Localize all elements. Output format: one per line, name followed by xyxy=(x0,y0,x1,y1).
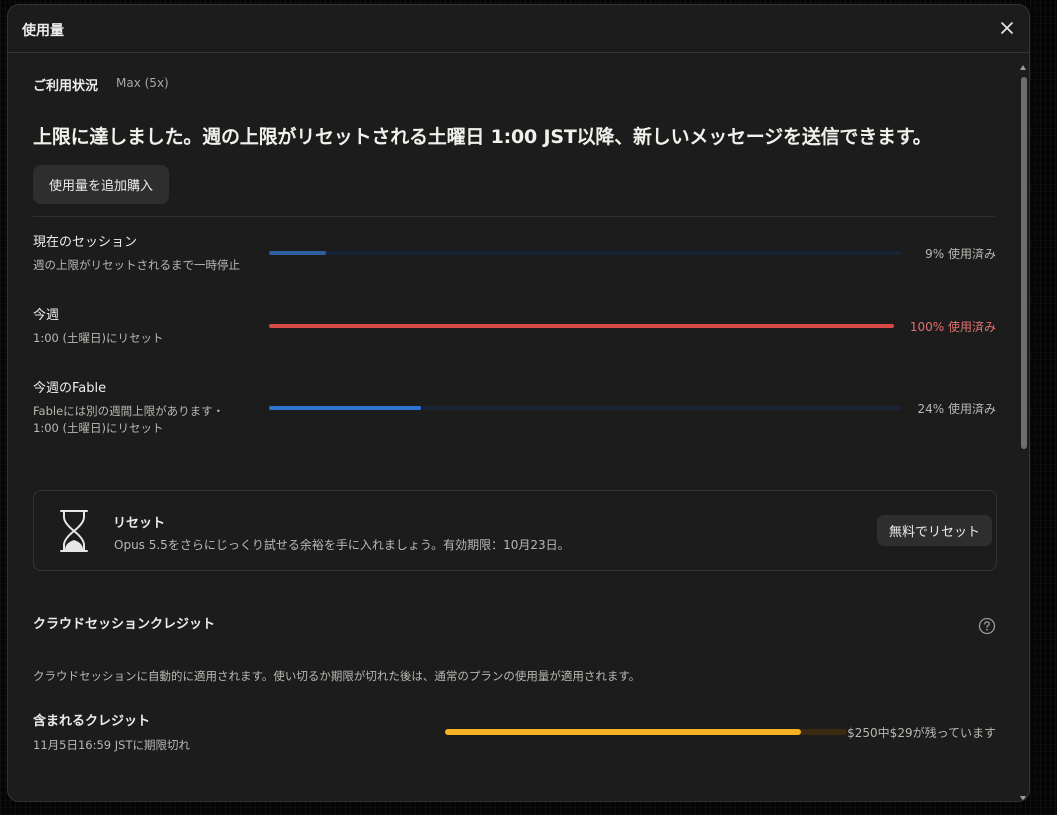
session-usage-bar xyxy=(269,251,901,255)
session-usage-bar-fill xyxy=(269,251,326,255)
dialog-title: 使用量 xyxy=(22,23,64,39)
reset-description: Opus 5.5をさらにじっくり試せる余裕を手に入れましょう。有効期限：10月2… xyxy=(114,538,570,552)
weekly-usage-bar xyxy=(269,324,894,328)
divider xyxy=(33,216,995,217)
credits-bar-fill xyxy=(445,729,801,735)
weekly-usage-bar-fill xyxy=(269,324,894,328)
close-button[interactable] xyxy=(997,18,1017,38)
free-reset-button[interactable]: 無料でリセット xyxy=(877,515,993,546)
scroll-down-arrow-icon[interactable] xyxy=(1020,796,1026,801)
plan-label: Max (5x) xyxy=(116,76,169,90)
included-credits-label: 含まれるクレジット xyxy=(33,714,151,729)
fable-usage-value: 24% 使用済み xyxy=(917,402,997,416)
cloud-credits-title: クラウドセッションクレジット xyxy=(33,617,216,632)
fable-reset-note: 1:00 (土曜日)にリセット xyxy=(33,421,164,435)
session-usage-note: 週の上限がリセットされるまで一時停止 xyxy=(33,258,240,272)
weekly-reset-note: 1:00 (土曜日)にリセット xyxy=(33,331,164,345)
credits-bar xyxy=(445,729,847,735)
usage-status-title: ご利用状況 xyxy=(33,79,99,94)
limit-reached-headline: 上限に達しました。週の上限がリセットされる土曜日 1:00 JST以降、新しいメ… xyxy=(33,126,932,148)
reset-title: リセット xyxy=(113,516,166,531)
credits-expiry: 11月5日16:59 JSTに期限切れ xyxy=(33,738,190,752)
fable-limit-note: Fableには別の週間上限があります・ xyxy=(33,404,225,418)
session-usage-value: 9% 使用済み xyxy=(925,247,996,261)
scrollbar-thumb[interactable] xyxy=(1021,77,1027,449)
dialog-header: 使用量 xyxy=(8,5,1029,53)
close-icon xyxy=(1001,22,1013,34)
hourglass-icon xyxy=(59,509,89,553)
reset-card xyxy=(33,490,997,571)
weekly-usage-label: 今週 xyxy=(33,308,60,323)
help-icon[interactable] xyxy=(978,617,996,635)
fable-usage-bar xyxy=(269,406,901,410)
session-usage-label: 現在のセッション xyxy=(33,235,138,250)
scrollbar[interactable] xyxy=(1017,63,1029,801)
buy-more-usage-button[interactable]: 使用量を追加購入 xyxy=(33,165,170,204)
usage-dialog: 使用量 ご利用状況 Max (5x) 上限に達しました。週の上限がリセットされる… xyxy=(7,4,1030,802)
weekly-usage-value: 100% 使用済み xyxy=(909,320,996,334)
cloud-credits-description: クラウドセッションに自動的に適用されます。使い切るか期限が切れた後は、通常のプラ… xyxy=(33,669,641,683)
scroll-up-arrow-icon[interactable] xyxy=(1020,65,1026,70)
fable-usage-bar-fill xyxy=(269,406,421,410)
fable-weekly-usage-label: 今週のFable xyxy=(33,381,107,396)
credits-remaining-value: $250中$29が残っています xyxy=(847,726,996,740)
